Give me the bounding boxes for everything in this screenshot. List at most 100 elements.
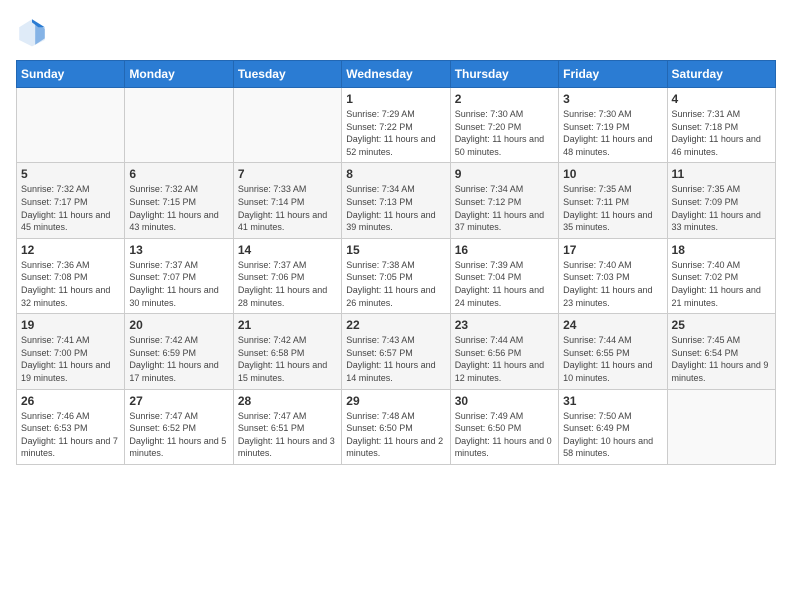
- day-number: 26: [21, 394, 120, 408]
- calendar-body: 1 Sunrise: 7:29 AMSunset: 7:22 PMDayligh…: [17, 88, 776, 465]
- calendar-cell: 26 Sunrise: 7:46 AMSunset: 6:53 PMDaylig…: [17, 389, 125, 464]
- day-number: 7: [238, 167, 337, 181]
- day-info: Sunrise: 7:44 AMSunset: 6:55 PMDaylight:…: [563, 334, 662, 384]
- logo-icon: [16, 16, 48, 48]
- day-number: 11: [672, 167, 771, 181]
- calendar-cell: 5 Sunrise: 7:32 AMSunset: 7:17 PMDayligh…: [17, 163, 125, 238]
- day-info: Sunrise: 7:39 AMSunset: 7:04 PMDaylight:…: [455, 259, 554, 309]
- day-number: 21: [238, 318, 337, 332]
- day-number: 17: [563, 243, 662, 257]
- week-row-5: 26 Sunrise: 7:46 AMSunset: 6:53 PMDaylig…: [17, 389, 776, 464]
- calendar-cell: 22 Sunrise: 7:43 AMSunset: 6:57 PMDaylig…: [342, 314, 450, 389]
- calendar-header: SundayMondayTuesdayWednesdayThursdayFrid…: [17, 61, 776, 88]
- calendar-cell: 24 Sunrise: 7:44 AMSunset: 6:55 PMDaylig…: [559, 314, 667, 389]
- day-info: Sunrise: 7:34 AMSunset: 7:12 PMDaylight:…: [455, 183, 554, 233]
- day-number: 28: [238, 394, 337, 408]
- day-number: 31: [563, 394, 662, 408]
- logo: [16, 16, 52, 48]
- day-info: Sunrise: 7:29 AMSunset: 7:22 PMDaylight:…: [346, 108, 445, 158]
- day-info: Sunrise: 7:34 AMSunset: 7:13 PMDaylight:…: [346, 183, 445, 233]
- day-info: Sunrise: 7:35 AMSunset: 7:09 PMDaylight:…: [672, 183, 771, 233]
- day-info: Sunrise: 7:42 AMSunset: 6:58 PMDaylight:…: [238, 334, 337, 384]
- calendar-cell: 18 Sunrise: 7:40 AMSunset: 7:02 PMDaylig…: [667, 238, 775, 313]
- day-info: Sunrise: 7:47 AMSunset: 6:51 PMDaylight:…: [238, 410, 337, 460]
- day-number: 1: [346, 92, 445, 106]
- calendar-cell: [17, 88, 125, 163]
- calendar-cell: 28 Sunrise: 7:47 AMSunset: 6:51 PMDaylig…: [233, 389, 341, 464]
- day-info: Sunrise: 7:50 AMSunset: 6:49 PMDaylight:…: [563, 410, 662, 460]
- calendar-cell: 15 Sunrise: 7:38 AMSunset: 7:05 PMDaylig…: [342, 238, 450, 313]
- day-info: Sunrise: 7:38 AMSunset: 7:05 PMDaylight:…: [346, 259, 445, 309]
- day-info: Sunrise: 7:41 AMSunset: 7:00 PMDaylight:…: [21, 334, 120, 384]
- day-number: 6: [129, 167, 228, 181]
- calendar-cell: [667, 389, 775, 464]
- header-monday: Monday: [125, 61, 233, 88]
- calendar-cell: 19 Sunrise: 7:41 AMSunset: 7:00 PMDaylig…: [17, 314, 125, 389]
- day-number: 5: [21, 167, 120, 181]
- day-info: Sunrise: 7:30 AMSunset: 7:20 PMDaylight:…: [455, 108, 554, 158]
- header-wednesday: Wednesday: [342, 61, 450, 88]
- week-row-1: 1 Sunrise: 7:29 AMSunset: 7:22 PMDayligh…: [17, 88, 776, 163]
- calendar-cell: 31 Sunrise: 7:50 AMSunset: 6:49 PMDaylig…: [559, 389, 667, 464]
- calendar-cell: 27 Sunrise: 7:47 AMSunset: 6:52 PMDaylig…: [125, 389, 233, 464]
- calendar-cell: 21 Sunrise: 7:42 AMSunset: 6:58 PMDaylig…: [233, 314, 341, 389]
- day-number: 16: [455, 243, 554, 257]
- calendar-cell: 30 Sunrise: 7:49 AMSunset: 6:50 PMDaylig…: [450, 389, 558, 464]
- calendar-cell: 10 Sunrise: 7:35 AMSunset: 7:11 PMDaylig…: [559, 163, 667, 238]
- calendar-table: SundayMondayTuesdayWednesdayThursdayFrid…: [16, 60, 776, 465]
- calendar-cell: 12 Sunrise: 7:36 AMSunset: 7:08 PMDaylig…: [17, 238, 125, 313]
- day-number: 15: [346, 243, 445, 257]
- calendar-cell: 2 Sunrise: 7:30 AMSunset: 7:20 PMDayligh…: [450, 88, 558, 163]
- header-tuesday: Tuesday: [233, 61, 341, 88]
- day-number: 14: [238, 243, 337, 257]
- calendar-cell: 9 Sunrise: 7:34 AMSunset: 7:12 PMDayligh…: [450, 163, 558, 238]
- day-info: Sunrise: 7:33 AMSunset: 7:14 PMDaylight:…: [238, 183, 337, 233]
- day-number: 23: [455, 318, 554, 332]
- header-saturday: Saturday: [667, 61, 775, 88]
- day-number: 22: [346, 318, 445, 332]
- day-info: Sunrise: 7:40 AMSunset: 7:03 PMDaylight:…: [563, 259, 662, 309]
- calendar-cell: 29 Sunrise: 7:48 AMSunset: 6:50 PMDaylig…: [342, 389, 450, 464]
- day-info: Sunrise: 7:43 AMSunset: 6:57 PMDaylight:…: [346, 334, 445, 384]
- day-number: 3: [563, 92, 662, 106]
- header-sunday: Sunday: [17, 61, 125, 88]
- week-row-2: 5 Sunrise: 7:32 AMSunset: 7:17 PMDayligh…: [17, 163, 776, 238]
- calendar-cell: 3 Sunrise: 7:30 AMSunset: 7:19 PMDayligh…: [559, 88, 667, 163]
- day-number: 27: [129, 394, 228, 408]
- calendar-cell: 1 Sunrise: 7:29 AMSunset: 7:22 PMDayligh…: [342, 88, 450, 163]
- calendar-cell: 14 Sunrise: 7:37 AMSunset: 7:06 PMDaylig…: [233, 238, 341, 313]
- day-number: 25: [672, 318, 771, 332]
- page-header: [16, 16, 776, 48]
- day-info: Sunrise: 7:49 AMSunset: 6:50 PMDaylight:…: [455, 410, 554, 460]
- day-info: Sunrise: 7:40 AMSunset: 7:02 PMDaylight:…: [672, 259, 771, 309]
- day-info: Sunrise: 7:45 AMSunset: 6:54 PMDaylight:…: [672, 334, 771, 384]
- day-info: Sunrise: 7:42 AMSunset: 6:59 PMDaylight:…: [129, 334, 228, 384]
- day-number: 30: [455, 394, 554, 408]
- calendar-cell: 16 Sunrise: 7:39 AMSunset: 7:04 PMDaylig…: [450, 238, 558, 313]
- day-number: 20: [129, 318, 228, 332]
- calendar-cell: 20 Sunrise: 7:42 AMSunset: 6:59 PMDaylig…: [125, 314, 233, 389]
- calendar-cell: 25 Sunrise: 7:45 AMSunset: 6:54 PMDaylig…: [667, 314, 775, 389]
- day-info: Sunrise: 7:47 AMSunset: 6:52 PMDaylight:…: [129, 410, 228, 460]
- day-info: Sunrise: 7:35 AMSunset: 7:11 PMDaylight:…: [563, 183, 662, 233]
- week-row-3: 12 Sunrise: 7:36 AMSunset: 7:08 PMDaylig…: [17, 238, 776, 313]
- day-number: 4: [672, 92, 771, 106]
- day-info: Sunrise: 7:31 AMSunset: 7:18 PMDaylight:…: [672, 108, 771, 158]
- day-number: 29: [346, 394, 445, 408]
- calendar-cell: 7 Sunrise: 7:33 AMSunset: 7:14 PMDayligh…: [233, 163, 341, 238]
- day-number: 9: [455, 167, 554, 181]
- header-row: SundayMondayTuesdayWednesdayThursdayFrid…: [17, 61, 776, 88]
- header-friday: Friday: [559, 61, 667, 88]
- day-number: 24: [563, 318, 662, 332]
- day-info: Sunrise: 7:37 AMSunset: 7:06 PMDaylight:…: [238, 259, 337, 309]
- day-number: 13: [129, 243, 228, 257]
- calendar-cell: 4 Sunrise: 7:31 AMSunset: 7:18 PMDayligh…: [667, 88, 775, 163]
- day-info: Sunrise: 7:36 AMSunset: 7:08 PMDaylight:…: [21, 259, 120, 309]
- header-thursday: Thursday: [450, 61, 558, 88]
- day-info: Sunrise: 7:48 AMSunset: 6:50 PMDaylight:…: [346, 410, 445, 460]
- calendar-cell: 6 Sunrise: 7:32 AMSunset: 7:15 PMDayligh…: [125, 163, 233, 238]
- day-number: 8: [346, 167, 445, 181]
- day-info: Sunrise: 7:32 AMSunset: 7:15 PMDaylight:…: [129, 183, 228, 233]
- calendar-cell: [233, 88, 341, 163]
- calendar-cell: 11 Sunrise: 7:35 AMSunset: 7:09 PMDaylig…: [667, 163, 775, 238]
